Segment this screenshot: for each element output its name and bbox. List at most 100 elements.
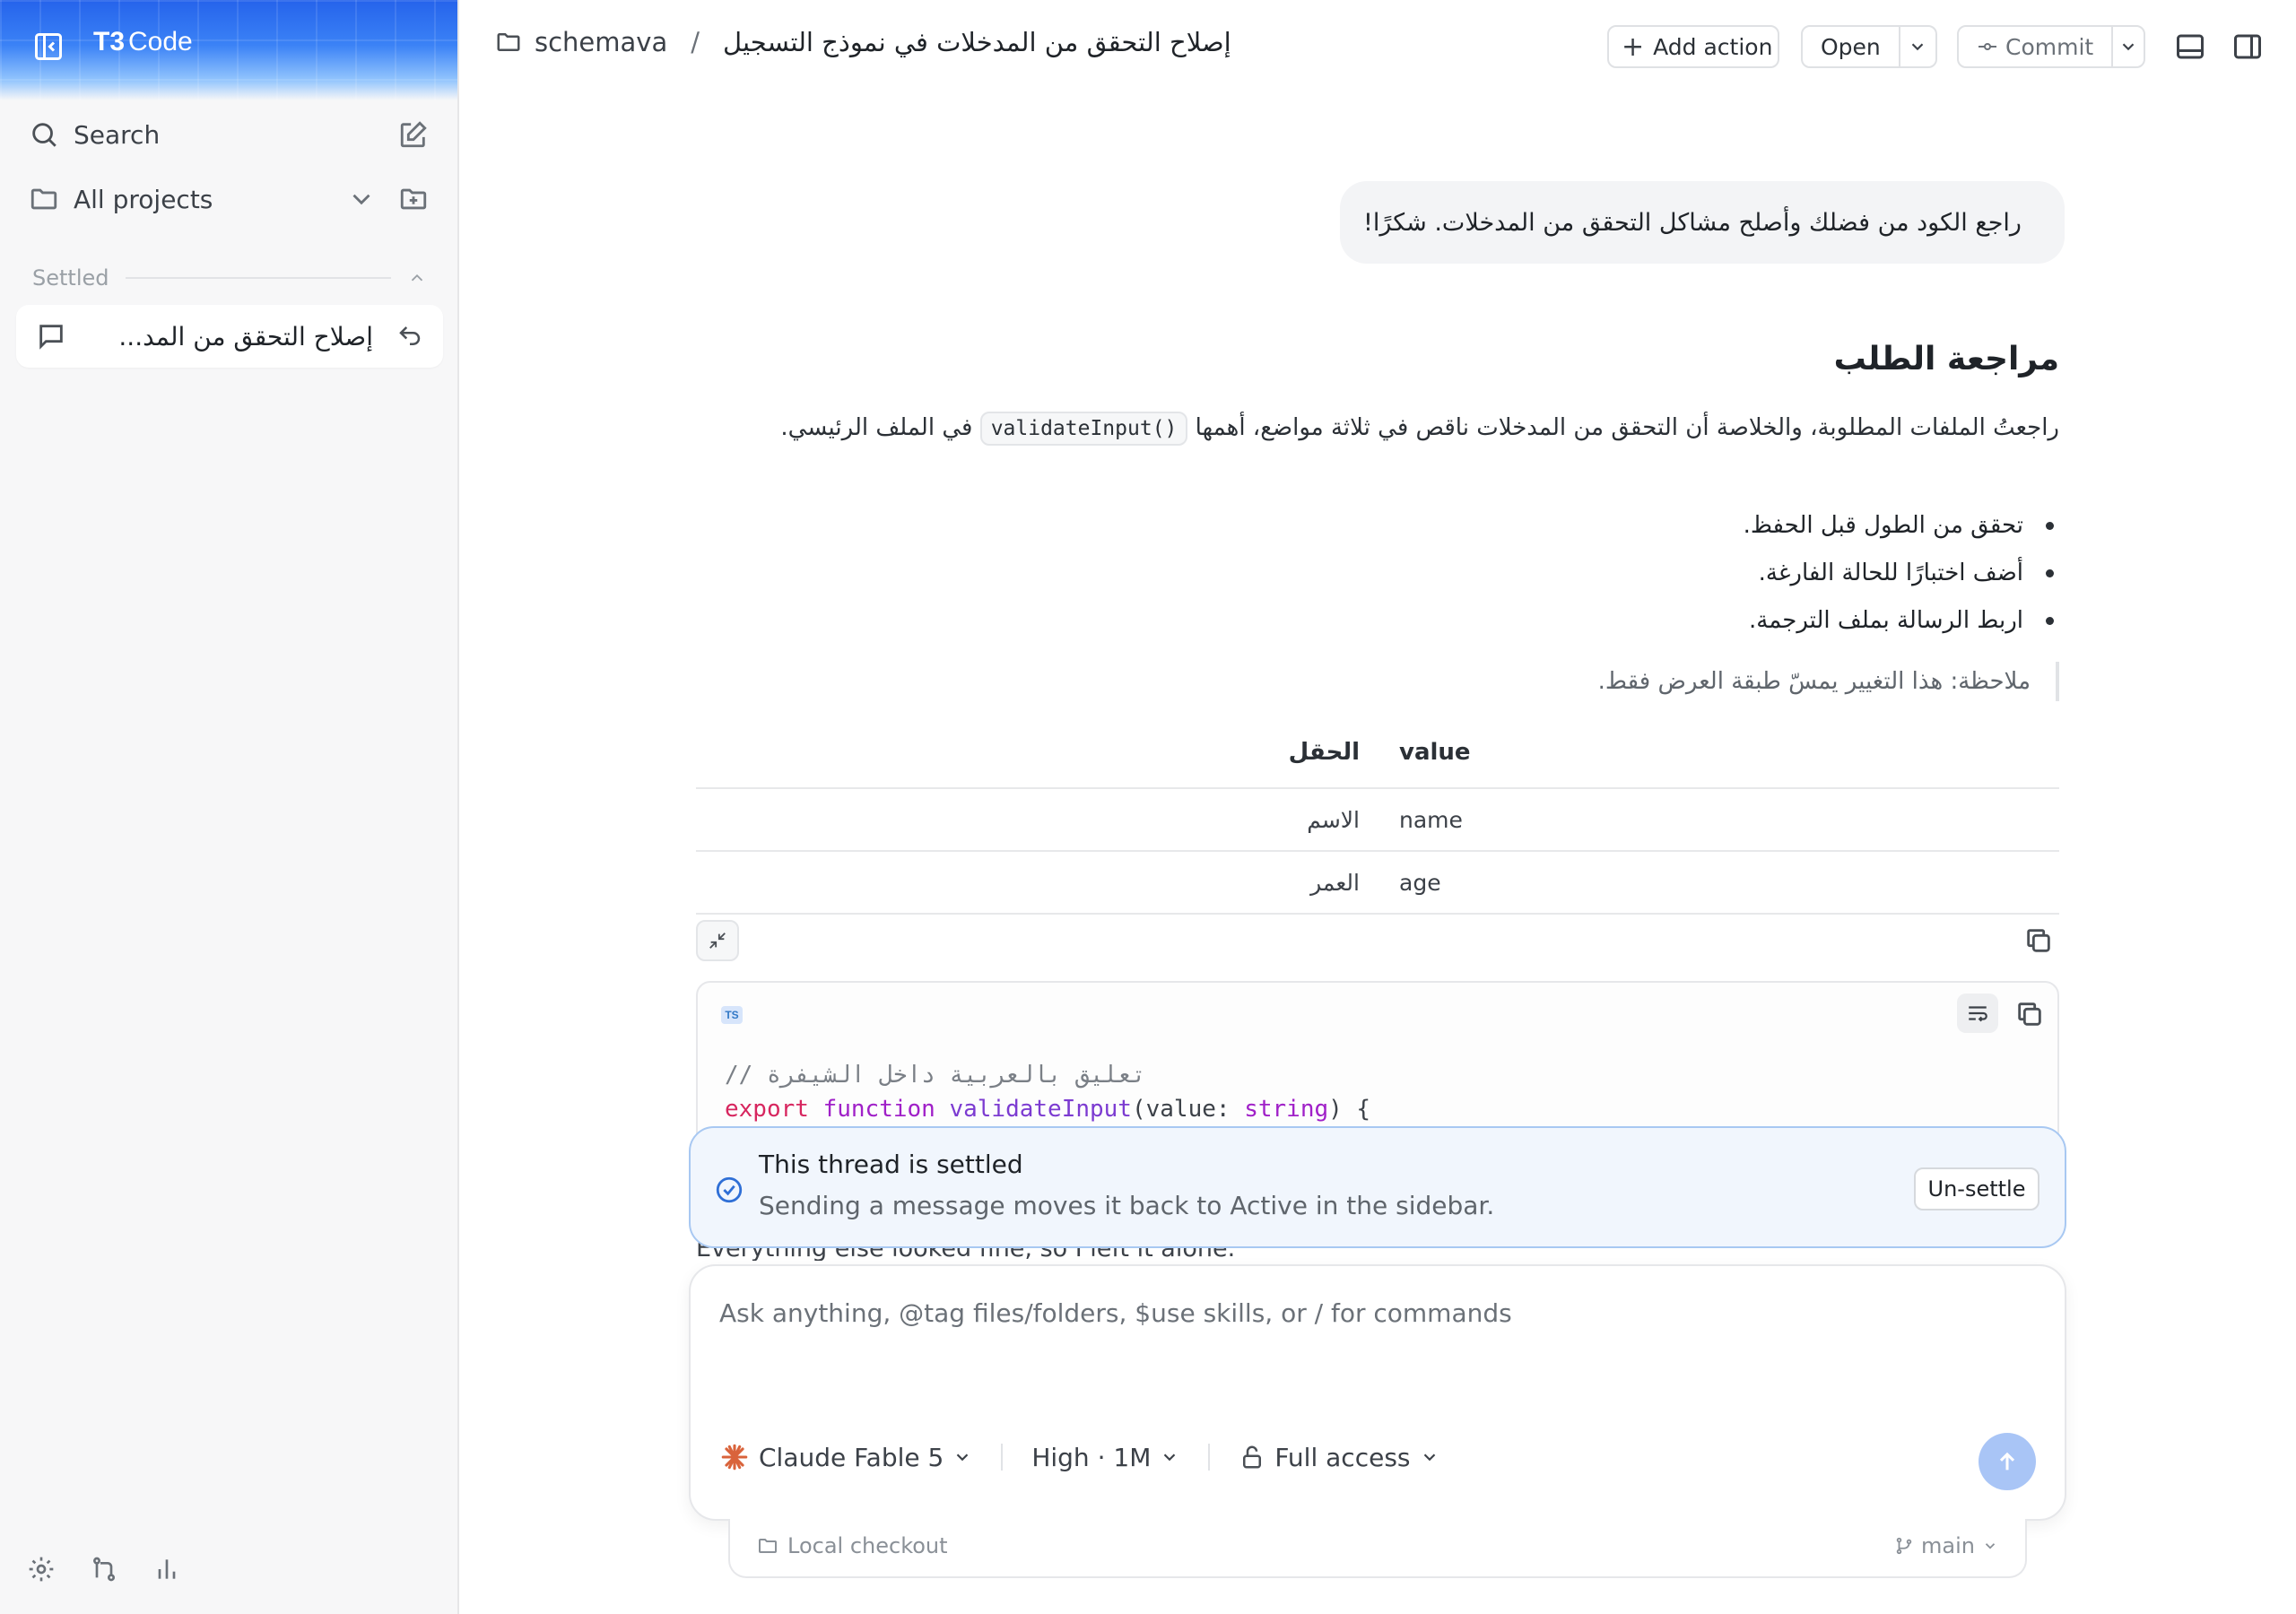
copy-code-icon[interactable]: [2014, 999, 2045, 1029]
unlock-icon: [1243, 1445, 1262, 1469]
search-icon: [32, 123, 57, 147]
sidebar-toggle-icon[interactable]: [32, 30, 65, 63]
wrap-text-icon: [1969, 1006, 1987, 1022]
reply-paragraph: راجعتُ الملفات المطلوبة، والخلاصة أن الت…: [696, 407, 2059, 448]
access-selector[interactable]: Full access: [1239, 1443, 1439, 1472]
settled-title: This thread is settled: [759, 1150, 1023, 1179]
section-divider: [125, 277, 391, 279]
access-label: Full access: [1274, 1442, 1411, 1472]
new-thread-icon[interactable]: [398, 119, 429, 150]
commit-dropdown-button[interactable]: [2113, 37, 2144, 56]
app-logo: T3 Code: [93, 27, 193, 56]
plus-icon: +: [1622, 30, 1645, 63]
section-label: Settled: [32, 265, 109, 291]
chevron-down-icon: [2122, 43, 2135, 51]
chat-bubble-icon: [39, 325, 63, 350]
table-header-cell: الحقل: [1288, 739, 1360, 766]
commit-label: Commit: [2005, 33, 2094, 60]
checkout-selector[interactable]: Local checkout: [757, 1533, 948, 1558]
git-branch-icon[interactable]: [90, 1555, 118, 1584]
table-cell: age: [1399, 870, 1441, 896]
chevron-down-icon: [1912, 43, 1924, 51]
open-dropdown-button[interactable]: [1900, 37, 1935, 56]
thread-title: إصلاح التحقق من المد...: [118, 321, 373, 351]
chevron-down-icon: [957, 1453, 969, 1462]
sidebar-footer: [27, 1555, 181, 1584]
reply-bullet-list: تحقق من الطول قبل الحفظ. أضف اختبارًا لل…: [1744, 504, 2059, 646]
section-settled[interactable]: Settled: [32, 265, 427, 291]
topbar: schemava / إصلاح التحقق من المدخلات في ن…: [461, 0, 2296, 93]
breadcrumb-project[interactable]: schemava: [535, 27, 667, 57]
branch-selector[interactable]: main: [1894, 1533, 1998, 1558]
list-item: تحقق من الطول قبل الحفظ.: [1744, 504, 2059, 551]
model-label: Claude Fable 5: [759, 1442, 944, 1472]
arrow-up-icon: [1999, 1452, 2015, 1471]
code-comment: // تعليق بالعربية داخل الشيفرة: [725, 1062, 1146, 1089]
chevron-up-icon[interactable]: [407, 268, 427, 288]
collapse-icon: [709, 933, 726, 949]
commit-button[interactable]: Commit: [1959, 27, 2114, 66]
list-item: أضف اختبارًا للحالة الفارغة.: [1744, 551, 2059, 599]
inline-code: validateInput(): [979, 412, 1188, 446]
table-cell: name: [1399, 807, 1463, 833]
breadcrumb-thread-title: إصلاح التحقق من المدخلات في نموذج التسجي…: [723, 27, 1231, 57]
wrap-lines-button[interactable]: [1957, 994, 1998, 1033]
settings-gear-icon[interactable]: [27, 1555, 56, 1584]
chevron-down-icon: [1985, 1543, 1996, 1549]
model-selector[interactable]: Claude Fable 5: [719, 1442, 972, 1472]
search-label: Search: [74, 119, 161, 150]
open-button[interactable]: Open: [1803, 27, 1900, 66]
code-content: // تعليق بالعربية داخل الشيفرة export fu…: [725, 1062, 1371, 1123]
table-header-row: value الحقل: [696, 728, 2059, 789]
check-circle-icon: [716, 1176, 743, 1203]
breadcrumb-separator: /: [691, 27, 700, 57]
typescript-icon: TS: [721, 1006, 743, 1024]
projects-selector[interactable]: All projects: [29, 174, 429, 224]
table-row: age العمر: [696, 852, 2059, 915]
settled-subtitle: Sending a message moves it back to Activ…: [759, 1191, 1495, 1220]
branch-label: main: [1921, 1533, 1975, 1558]
git-branch-icon: [1896, 1537, 1912, 1555]
effort-label: High · 1M: [1031, 1442, 1152, 1472]
right-panel-toggle-icon[interactable]: [2231, 30, 2264, 63]
undo-icon[interactable]: [396, 323, 423, 350]
reply-heading: مراجعة الطلب: [1833, 341, 2059, 377]
composer-footer: Local checkout main: [728, 1519, 2027, 1578]
brand-header: T3 Code: [0, 0, 457, 100]
stats-bar-icon[interactable]: [152, 1555, 181, 1584]
composer: Claude Fable 5 High · 1M Full access: [689, 1264, 2066, 1521]
brand-background: [0, 0, 457, 100]
checkout-label: Local checkout: [787, 1533, 948, 1558]
table-cell: العمر: [1310, 870, 1360, 896]
table-cell: الاسم: [1307, 807, 1360, 833]
reply-table: value الحقل name الاسم age العمر: [696, 728, 2059, 915]
send-button[interactable]: [1979, 1433, 2036, 1490]
table-row: name الاسم: [696, 789, 2059, 852]
chevron-down-icon: [1164, 1453, 1176, 1462]
table-header-cell: value: [1399, 739, 1471, 766]
settled-banner: This thread is settled Sending a message…: [689, 1126, 2066, 1248]
add-action-button[interactable]: + Add action: [1607, 25, 1779, 68]
sidebar-thread-item[interactable]: إصلاح التحقق من المد...: [16, 305, 443, 368]
collapse-button[interactable]: [696, 920, 739, 961]
bottom-panel-toggle-icon[interactable]: [2174, 30, 2206, 63]
chevron-down-icon[interactable]: [346, 184, 377, 214]
folder-icon: [30, 188, 57, 210]
add-action-label: Add action: [1653, 33, 1773, 60]
claude-logo-icon: [721, 1444, 748, 1471]
effort-selector[interactable]: High · 1M: [1031, 1443, 1179, 1472]
reply-blockquote: ملاحظة: هذا التغيير يمسّ طبقة العرض فقط.: [1598, 662, 2059, 701]
copy-icon[interactable]: [2023, 925, 2054, 956]
projects-label: All projects: [74, 184, 213, 214]
message-input[interactable]: [719, 1298, 2029, 1328]
sidebar-search[interactable]: Search: [29, 109, 429, 160]
breadcrumb: schemava / إصلاح التحقق من المدخلات في ن…: [495, 27, 1231, 57]
user-message-bubble: راجع الكود من فضلك وأصلح مشاكل التحقق من…: [1340, 181, 2065, 264]
composer-toolbar: Claude Fable 5 High · 1M Full access: [719, 1442, 1439, 1472]
chevron-down-icon: [1423, 1453, 1435, 1462]
folder-icon: [497, 33, 520, 51]
folder-icon: [759, 1539, 777, 1553]
unsettle-button[interactable]: Un-settle: [1914, 1167, 2039, 1210]
add-folder-icon[interactable]: [398, 184, 429, 214]
list-item: اربط الرسالة بملف الترجمة.: [1744, 599, 2059, 646]
